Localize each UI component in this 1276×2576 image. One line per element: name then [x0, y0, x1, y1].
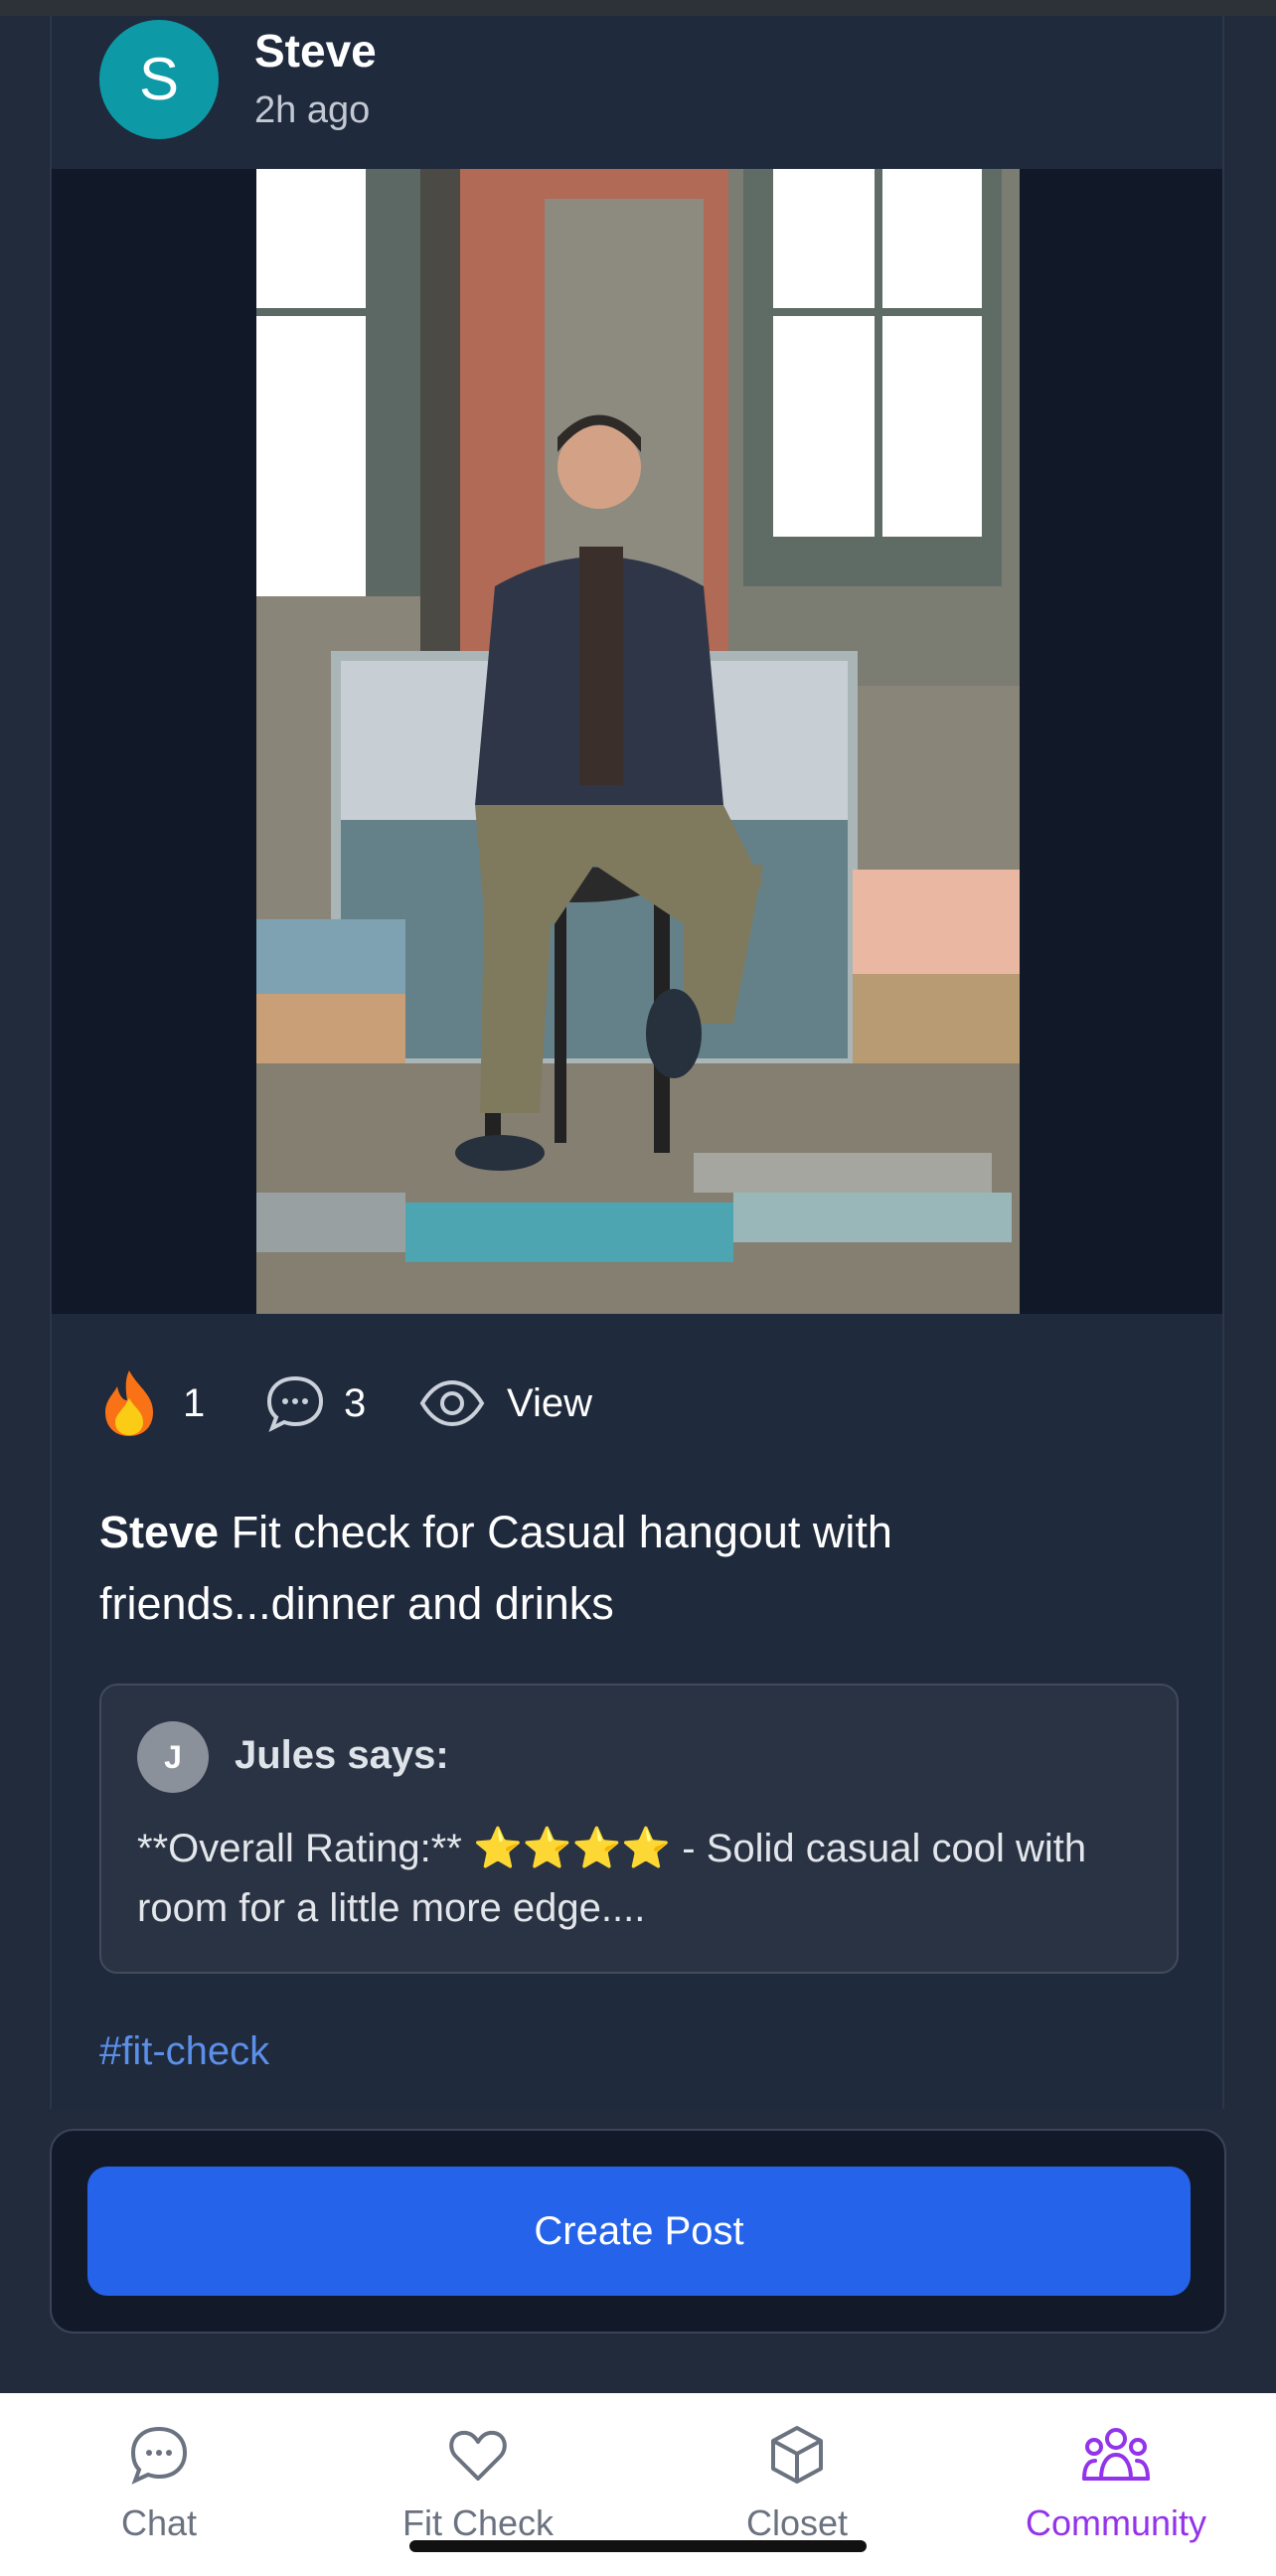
community-icon: [1082, 2428, 1150, 2481]
nav-community[interactable]: Community: [957, 2423, 1275, 2544]
review-text-before: **Overall Rating:**: [137, 1827, 473, 1870]
create-post-panel: Create Post: [50, 2129, 1226, 2334]
comment-icon: [266, 1375, 324, 1433]
post-header: S Steve 2h ago: [52, 16, 1222, 169]
status-bar-strip: [0, 0, 1276, 16]
nav-fit-check-label: Fit Check: [401, 2502, 555, 2543]
author-name[interactable]: Steve: [254, 24, 377, 78]
comments-button[interactable]: 3: [264, 1364, 366, 1443]
view-button[interactable]: View: [419, 1364, 592, 1443]
caption-author[interactable]: Steve: [99, 1507, 219, 1557]
nav-fit-check[interactable]: Fit Check: [319, 2423, 637, 2544]
create-post-button[interactable]: Create Post: [87, 2167, 1191, 2296]
post-caption: Steve Fit check for Casual hangout with …: [99, 1497, 1173, 1640]
fire-reaction-button[interactable]: 1: [99, 1364, 205, 1443]
rating-stars: ⭐⭐⭐⭐: [472, 1827, 672, 1870]
heart-icon: [449, 2430, 507, 2481]
author-avatar[interactable]: S: [99, 20, 219, 139]
view-label: View: [507, 1380, 592, 1425]
review-text: **Overall Rating:** ⭐⭐⭐⭐ - Solid casual …: [137, 1819, 1151, 1938]
fire-icon: [105, 1370, 153, 1436]
reviewer-avatar: J: [137, 1721, 209, 1793]
reviewer-name: Jules says:: [235, 1733, 449, 1777]
fire-count: 1: [183, 1380, 206, 1425]
post-media: [52, 169, 1222, 1314]
nav-community-label: Community: [1025, 2502, 1207, 2543]
post-card: S Steve 2h ago 1 3 View Steve Fit check …: [50, 16, 1224, 2109]
hashtag-link[interactable]: #fit-check: [99, 2029, 269, 2074]
chat-bubble-icon: [130, 2426, 188, 2485]
eye-icon: [419, 1379, 485, 1427]
post-time: 2h ago: [254, 89, 371, 131]
caption-text: Fit check for Casual hangout with friend…: [99, 1507, 892, 1629]
nav-chat-label: Chat: [120, 2502, 198, 2543]
post-photo[interactable]: [256, 169, 1020, 1314]
nav-chat[interactable]: Chat: [0, 2423, 318, 2544]
home-indicator: [409, 2540, 867, 2552]
ai-review-box: J Jules says: **Overall Rating:** ⭐⭐⭐⭐ -…: [99, 1684, 1179, 1974]
nav-closet[interactable]: Closet: [638, 2423, 956, 2544]
post-actions: 1 3 View: [52, 1364, 1222, 1443]
nav-closet-label: Closet: [745, 2502, 849, 2543]
box-icon: [771, 2426, 823, 2484]
comment-count: 3: [344, 1380, 367, 1425]
